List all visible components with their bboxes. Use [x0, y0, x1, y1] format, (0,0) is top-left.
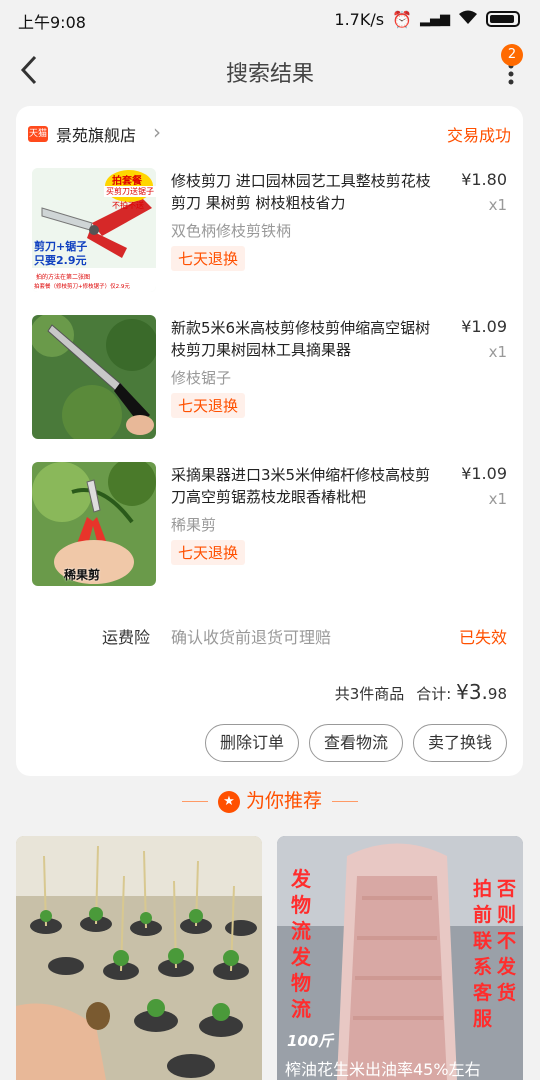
item-price: ¥1.09	[461, 317, 507, 336]
thumb-promo-text: 只要2.9元	[34, 254, 87, 267]
item-title[interactable]: 采摘果器进口3米5米伸缩杆修枝高枝剪刀高空剪锯荔枝龙眼香椿枇杷	[171, 464, 441, 508]
product-image-pruner[interactable]: 拍套餐 买剪刀送锯子 不拍不送 剪刀+锯子 只要2.9元 拍的方法在第二张图 拍…	[32, 168, 156, 292]
order-item[interactable]: 拍套餐 买剪刀送锯子 不拍不送 剪刀+锯子 只要2.9元 拍的方法在第二张图 拍…	[32, 168, 507, 294]
shipping-insurance-row: 运费险 确认收货前退货可理赔 已失效	[32, 624, 507, 648]
chevron-right-icon: ›	[153, 120, 161, 144]
order-card: 天猫 景苑旗舰店 › 交易成功 拍套餐 买剪刀送锯子 不拍不送 剪刀+锯子 只要…	[16, 106, 523, 776]
nav-bar: 搜索结果 2	[0, 40, 540, 102]
thumb-promo-text: 拍套餐（修枝剪刀+修枝锯子）仅2.9元	[34, 284, 130, 290]
total-amount-main: ¥3.	[456, 680, 488, 704]
promo-overlay-text: 拍前联系客服	[473, 878, 493, 1030]
promo-weight-text: 100斤	[287, 1032, 334, 1050]
status-icons: 1.7K/s ⏰ ▂▄▆	[334, 9, 520, 29]
star-icon: ★	[217, 790, 240, 813]
alarm-icon: ⏰	[392, 9, 412, 29]
order-item[interactable]: 稀果剪 采摘果器进口3米5米伸缩杆修枝高枝剪刀高空剪锯荔枝龙眼香椿枇杷 稀果剪 …	[32, 462, 507, 588]
shop-name[interactable]: 景苑旗舰店	[56, 122, 136, 146]
divider	[332, 801, 358, 802]
order-actions: 删除订单 查看物流 卖了换钱	[204, 724, 507, 762]
thumb-promo-text: 拍的方法在第二张图	[36, 274, 91, 281]
total-amount: ¥3.98	[456, 680, 507, 704]
total-label-text: 合计:	[416, 685, 452, 703]
resell-button[interactable]: 卖了换钱	[412, 724, 507, 762]
battery-icon	[486, 11, 520, 27]
return-policy-tag: 七天退换	[171, 393, 246, 418]
thumb-promo-text: 不拍不送	[112, 201, 144, 210]
item-title[interactable]: 新款5米6米高枝剪修枝剪伸缩高空锯树枝剪刀果树园林工具摘果器	[171, 317, 441, 361]
order-item[interactable]: 新款5米6米高枝剪修枝剪伸缩高空锯树枝剪刀果树园林工具摘果器 修枝锯子 七天退换…	[32, 315, 507, 441]
status-bar: 上午9:08 1.7K/s ⏰ ▂▄▆	[0, 0, 540, 40]
product-image-saw[interactable]	[32, 315, 156, 439]
insurance-status: 已失效	[458, 628, 507, 647]
signal-icon: ▂▄▆	[420, 11, 450, 27]
thumb-caption: 稀果剪	[64, 568, 101, 582]
thumb-promo-text: 拍套餐	[112, 176, 142, 187]
recommend-card[interactable]: 发物流 发物流 否则不发货 拍前联系客服 100斤 榨油花生米出油率45%左右	[277, 836, 523, 1080]
total-label: 合计: ¥3.98	[416, 680, 507, 704]
tmall-shop-icon: 天猫	[28, 126, 48, 142]
wifi-icon	[458, 9, 478, 29]
item-qty: x1	[488, 196, 507, 214]
delete-order-button[interactable]: 删除订单	[204, 724, 299, 762]
item-qty: x1	[488, 490, 507, 508]
promo-overlay-text: 发物流	[291, 867, 311, 943]
return-policy-tag: 七天退换	[171, 540, 246, 565]
promo-caption-text: 榨油花生米出油率45%左右	[285, 1060, 481, 1079]
product-image-fruit-shears[interactable]: 稀果剪	[32, 462, 156, 586]
order-status: 交易成功	[446, 126, 511, 145]
view-logistics-button[interactable]: 查看物流	[308, 724, 403, 762]
recommend-card[interactable]	[16, 836, 262, 1080]
return-policy-tag: 七天退换	[171, 246, 246, 271]
network-speed: 1.7K/s	[334, 9, 385, 29]
item-sku: 稀果剪	[171, 516, 217, 534]
pruning-saw-icon	[32, 315, 156, 439]
item-price: ¥1.09	[461, 464, 507, 483]
item-price: ¥1.80	[461, 170, 507, 189]
notification-badge: 2	[501, 44, 523, 66]
insurance-desc: 确认收货前退货可理赔	[171, 628, 332, 647]
item-count: 共3件商品	[334, 685, 405, 703]
item-qty: x1	[488, 343, 507, 361]
item-title[interactable]: 修枝剪刀 进口园林园艺工具整枝剪花枝剪刀 果树剪 树枝粗枝省力	[171, 170, 441, 214]
item-sku: 双色柄修枝剪铁柄	[171, 222, 292, 240]
thumb-promo-text: 买剪刀送锯子	[104, 186, 156, 197]
divider	[181, 801, 208, 802]
promo-overlay-text: 否则不发货	[497, 878, 517, 1004]
item-sku: 修枝锯子	[171, 369, 232, 387]
page-title: 搜索结果	[225, 62, 314, 87]
shop-row[interactable]: 天猫 景苑旗舰店 › 交易成功	[28, 120, 511, 148]
seedlings-image	[16, 836, 262, 1080]
status-time: 上午9:08	[18, 13, 86, 32]
insurance-label: 运费险	[102, 628, 151, 647]
promo-overlay-text: 发物流	[291, 945, 311, 1021]
recommend-title: 为你推荐	[245, 790, 322, 812]
recommend-heading: ★ 为你推荐	[0, 786, 540, 816]
total-amount-cents: 98	[487, 685, 507, 703]
order-total: 共3件商品 合计: ¥3.98	[335, 680, 507, 704]
